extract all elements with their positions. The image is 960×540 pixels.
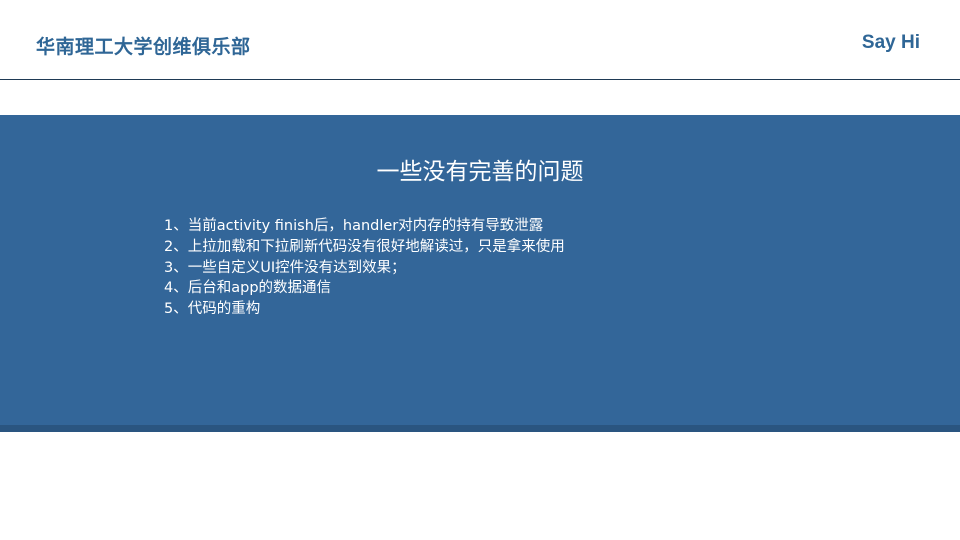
list-item: 3、一些自定义UI控件没有达到效果； bbox=[164, 259, 406, 276]
slide-header: 华南理工大学创维俱乐部 Say Hi bbox=[0, 0, 960, 80]
list-item: 1、当前activity finish后，handler对内存的持有导致泄露 bbox=[164, 218, 544, 234]
org-name: 华南理工大学创维俱乐部 bbox=[36, 36, 251, 58]
list-item: 4、后台和app的数据通信 bbox=[164, 280, 332, 297]
list-item: 5、代码的重构 bbox=[164, 301, 261, 318]
list-item: 2、上拉加载和下拉刷新代码没有很好地解读过，只是拿来使用 bbox=[164, 238, 565, 255]
slide-title: 一些没有完善的问题 bbox=[376, 159, 584, 185]
band-bottom-edge bbox=[0, 425, 960, 432]
issue-list: 1、当前activity finish后，handler对内存的持有导致泄露 2… bbox=[164, 216, 565, 320]
greeting-label: Say Hi bbox=[861, 32, 920, 53]
